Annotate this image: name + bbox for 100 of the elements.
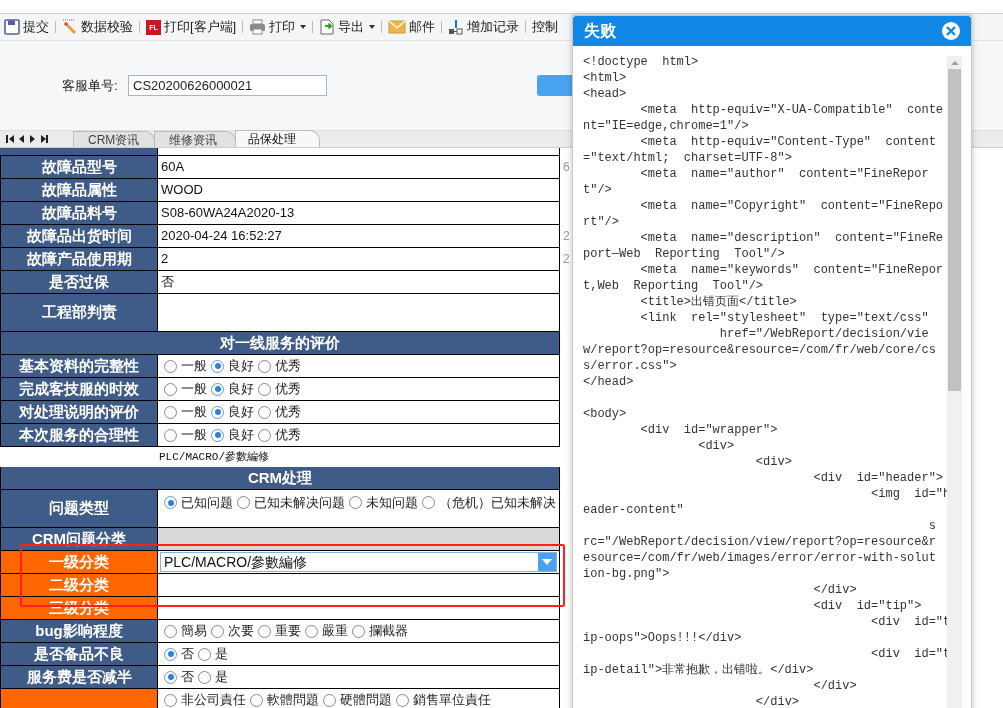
envelope-icon xyxy=(388,20,407,34)
option-label: 优秀 xyxy=(275,403,301,422)
radio-button[interactable] xyxy=(211,382,224,396)
tab[interactable]: 品保处理 xyxy=(235,130,320,147)
radio-button[interactable] xyxy=(258,382,271,396)
scrollbar-thumb[interactable] xyxy=(948,69,961,391)
previous-page-icon[interactable] xyxy=(19,135,24,143)
radio-button[interactable] xyxy=(164,496,177,510)
option-label: 非公司責任 xyxy=(181,691,246,708)
radio-button[interactable] xyxy=(164,624,177,638)
label-cell: 故障品型号 xyxy=(0,156,158,178)
label-cell: 是否过保 xyxy=(0,271,158,293)
label-cell: 完成客技服的时效 xyxy=(0,378,158,400)
table-cell-text: 6 xyxy=(563,159,570,176)
radio-button[interactable] xyxy=(323,693,336,707)
option-label: 次要 xyxy=(228,622,254,641)
option-label: 否 xyxy=(181,645,194,664)
code-line: eader-content" xyxy=(583,502,685,518)
radio-button[interactable] xyxy=(164,647,177,661)
option-label: 优秀 xyxy=(275,357,301,376)
radio-button[interactable] xyxy=(305,624,318,638)
code-line: ip-oops">Oops!!!</div> xyxy=(583,630,743,646)
radio-button[interactable] xyxy=(237,496,250,510)
radio-button[interactable] xyxy=(164,382,177,396)
table-cell-text: 2 xyxy=(563,228,570,245)
radio-button[interactable] xyxy=(250,693,263,707)
radio-button[interactable] xyxy=(164,670,177,684)
option-label: 良好 xyxy=(228,380,254,399)
radio-button[interactable] xyxy=(211,359,224,373)
radio-button[interactable] xyxy=(211,405,224,419)
category-dropdown[interactable]: PLC/MACRO/參數編修 xyxy=(160,552,557,572)
label-cell: 故障品出货时间 xyxy=(0,225,158,247)
code-line: <div> xyxy=(697,438,736,454)
label-cell: 本次服务的合理性 xyxy=(0,424,158,446)
option-label: 优秀 xyxy=(275,380,301,399)
radio-button[interactable] xyxy=(258,359,271,373)
option-label: 一般 xyxy=(181,357,207,376)
radio-button[interactable] xyxy=(258,428,271,442)
toolbar-button[interactable]: 邮件 xyxy=(409,17,436,37)
radio-button[interactable] xyxy=(422,496,435,510)
last-page-icon[interactable] xyxy=(41,135,48,143)
option-label: 攔截器 xyxy=(369,622,408,641)
radio-button[interactable] xyxy=(349,496,362,510)
toolbar-button[interactable]: 导出 xyxy=(338,17,376,37)
code-line: t,Web Reporting Tool"/> xyxy=(583,278,765,294)
next-page-icon[interactable] xyxy=(30,135,35,143)
code-line: </div> xyxy=(754,694,801,708)
radio-button[interactable] xyxy=(198,670,211,684)
tab[interactable]: 维修资讯 xyxy=(154,131,236,147)
label-cell: 是否备品不良 xyxy=(0,643,158,665)
code-line: <head> xyxy=(583,86,628,102)
label-cell: 一级分类 xyxy=(0,551,158,573)
code-line: <html> xyxy=(583,70,628,86)
radio-button[interactable] xyxy=(164,405,177,419)
code-line: href="/WebReport/decision/vie xyxy=(718,326,930,342)
toolbar-button[interactable]: 控制 xyxy=(532,17,559,37)
radio-button[interactable] xyxy=(164,359,177,373)
label-cell: 工程部判责 xyxy=(0,294,158,331)
option-label: 銷售單位責任 xyxy=(413,691,491,708)
radio-button[interactable] xyxy=(164,693,177,707)
option-label: 一般 xyxy=(181,403,207,422)
option-label: 重要 xyxy=(275,622,301,641)
scrollbar[interactable] xyxy=(947,56,962,708)
label-cell: 故障品料号 xyxy=(0,202,158,224)
table-cell-text: 2 xyxy=(563,251,570,268)
toolbar-button[interactable]: 数据校验 xyxy=(81,17,133,37)
option-label: 是 xyxy=(215,645,228,664)
code-line: <link rel="stylesheet" type="text/css" xyxy=(639,310,930,326)
toolbar-button[interactable]: 打印 xyxy=(269,17,307,37)
radio-button[interactable] xyxy=(164,428,177,442)
table-cell: 60A xyxy=(158,156,560,178)
radio-button[interactable] xyxy=(198,647,211,661)
radio-button[interactable] xyxy=(211,428,224,442)
code-line: <div id="wrapper"> xyxy=(639,422,779,438)
radio-button[interactable] xyxy=(211,624,224,638)
label-cell: 故障品属性 xyxy=(0,179,158,201)
export-document-icon xyxy=(319,19,336,35)
code-line: <meta name="author" content="FineRepor xyxy=(639,166,930,182)
tab[interactable]: CRM资讯 xyxy=(73,131,155,147)
option-label: （危机）已知未解决 xyxy=(439,494,556,512)
code-line: <title>出错页面</title> xyxy=(639,294,798,310)
toolbar-button[interactable]: 提交 xyxy=(23,17,49,37)
option-label: 否 xyxy=(181,668,194,687)
radio-button[interactable] xyxy=(258,405,271,419)
radio-button[interactable] xyxy=(352,624,365,638)
close-icon[interactable] xyxy=(942,22,960,40)
section-header: 对一线服务的评价 xyxy=(0,332,560,354)
toolbar-button[interactable]: 打印[客户端] xyxy=(164,17,237,37)
option-label: 一般 xyxy=(181,380,207,399)
first-page-icon[interactable] xyxy=(6,135,13,143)
toolbar-button[interactable]: 增加记录 xyxy=(467,17,520,37)
code-line: s xyxy=(927,518,937,534)
option-label: 已知问题 xyxy=(181,494,233,512)
code-line: <body> xyxy=(583,406,628,422)
radio-button[interactable] xyxy=(258,624,271,638)
radio-button[interactable] xyxy=(396,693,409,707)
order-number-field[interactable]: CS20200626000021 xyxy=(128,75,327,96)
table-cell: S08-60WA24A2020-13 xyxy=(158,202,560,224)
code-line: <meta http-equiv="Content-Type" content xyxy=(639,134,937,150)
table-cell: 2 xyxy=(158,248,560,270)
